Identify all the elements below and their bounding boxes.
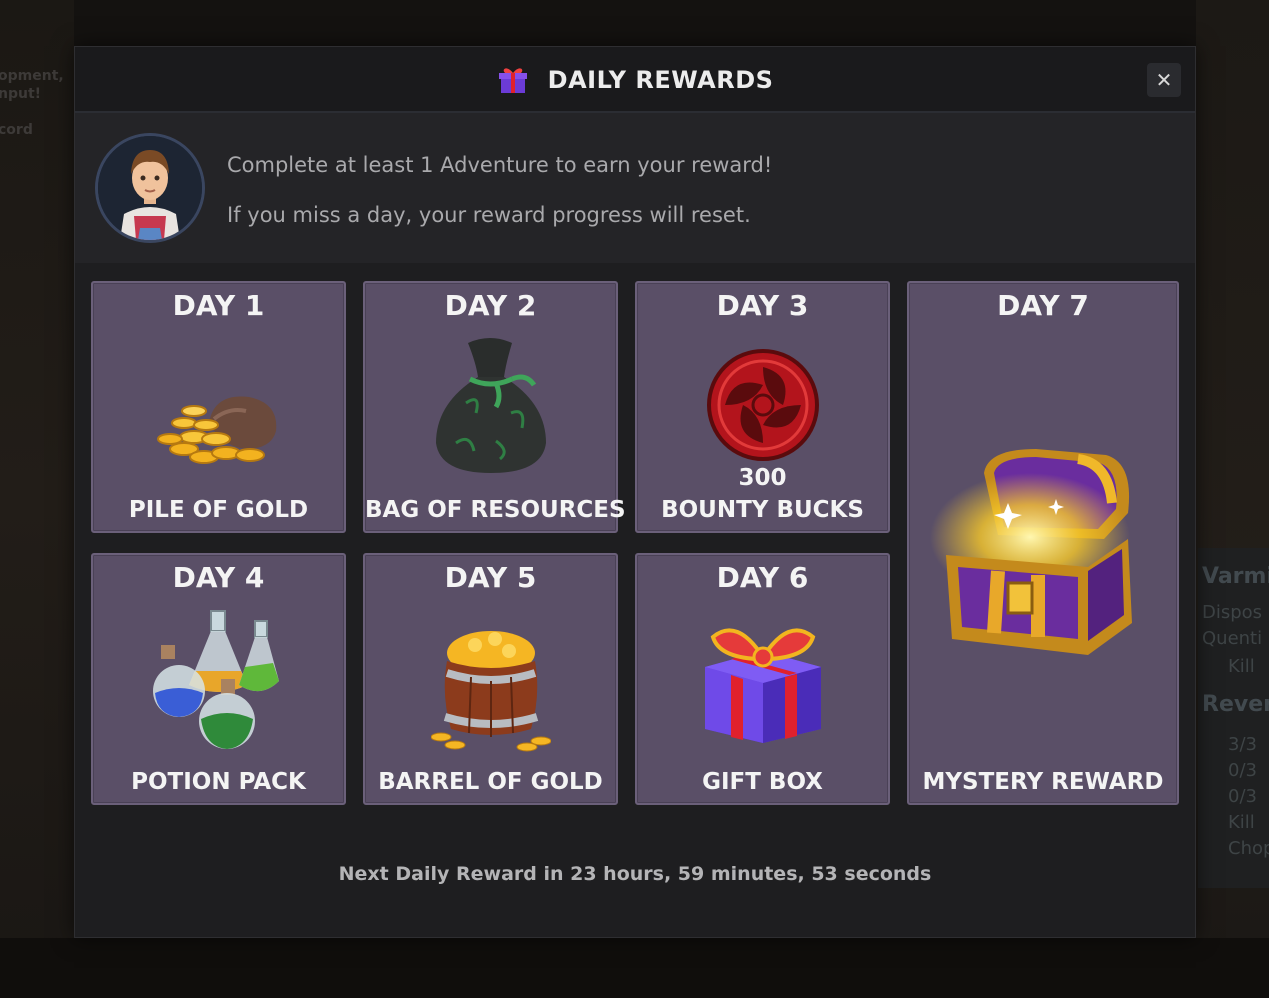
info-message-reset: If you miss a day, your reward progress … [227, 203, 751, 227]
background-text: opment, [0, 68, 64, 84]
character-portrait-icon [98, 136, 202, 240]
reward-card-day-7[interactable]: DAY 7 MYSTERY REWARD [907, 281, 1179, 805]
modal-title: DAILY REWARDS [547, 66, 774, 94]
next-reward-timer: Next Daily Reward in 23 hours, 59 minute… [338, 863, 932, 885]
gold-barrel-icon [430, 631, 551, 752]
info-panel: Complete at least 1 Adventure to earn yo… [75, 113, 1195, 263]
reward-day-label: DAY 2 [444, 289, 537, 322]
reward-name: POTION PACK [131, 769, 306, 795]
reward-card-day-6[interactable]: DAY 6 GIFT BOX [635, 553, 890, 805]
modal-header: DAILY REWARDS ✕ [75, 47, 1195, 113]
gold-pile-icon [156, 396, 276, 464]
reward-day-label: DAY 5 [444, 561, 537, 594]
reward-name: BARREL OF GOLD [378, 769, 603, 795]
reward-day-label: DAY 1 [172, 289, 265, 322]
reward-card-day-4[interactable]: DAY 4 POTION PACK [91, 553, 346, 805]
reward-day-label: DAY 7 [997, 289, 1089, 322]
bounty-bucks-icon [706, 349, 819, 461]
background-text: 0/3 [1228, 760, 1257, 781]
reward-name: BAG OF RESOURCES [365, 497, 626, 523]
background-bottom [0, 938, 1269, 998]
close-button[interactable]: ✕ [1147, 63, 1181, 97]
background-quest-panel [1198, 548, 1269, 888]
gift-box-icon [704, 628, 821, 743]
daily-rewards-modal: DAILY REWARDS ✕ Complete at least 1 Adve… [74, 46, 1196, 938]
background-text: Kill [1228, 656, 1255, 677]
background-text: Kill [1228, 812, 1255, 833]
reward-day-label: DAY 4 [172, 561, 265, 594]
background-text: Dispos [1202, 602, 1263, 623]
potion-pack-icon [152, 610, 279, 749]
background-text: Chop [1228, 838, 1269, 859]
background-text: nput! [0, 86, 42, 102]
reward-day-label: DAY 6 [716, 561, 809, 594]
reward-card-day-3[interactable]: DAY 3 300 BOUNTY BUCKS [635, 281, 890, 533]
reward-name: BOUNTY BUCKS [661, 497, 864, 523]
resource-bag-icon [435, 338, 546, 473]
background-text: Rever [1202, 692, 1269, 717]
reward-name: PILE OF GOLD [128, 497, 309, 523]
reward-card-day-2[interactable]: DAY 2 BAG OF RESOURCES [363, 281, 626, 533]
gift-icon [498, 68, 527, 93]
reward-amount: 300 [738, 465, 787, 491]
background-text: 3/3 [1228, 734, 1257, 755]
reward-day-label: DAY 3 [716, 289, 809, 322]
reward-name: GIFT BOX [702, 769, 823, 795]
background-left [0, 0, 74, 998]
reward-card-day-1[interactable]: DAY 1 PILE OF GOLD [91, 281, 346, 533]
info-message-adventure: Complete at least 1 Adventure to earn yo… [227, 153, 773, 177]
background-text: 0/3 [1228, 786, 1257, 807]
treasure-chest-icon [930, 449, 1132, 655]
reward-card-day-5[interactable]: DAY 5 BARREL OF GOLD [363, 553, 618, 805]
background-text: cord [0, 122, 33, 138]
avatar [95, 133, 205, 243]
reward-name: MYSTERY REWARD [922, 769, 1164, 795]
background-text: Varmi [1202, 564, 1269, 589]
background-text: Quenti [1202, 628, 1263, 649]
